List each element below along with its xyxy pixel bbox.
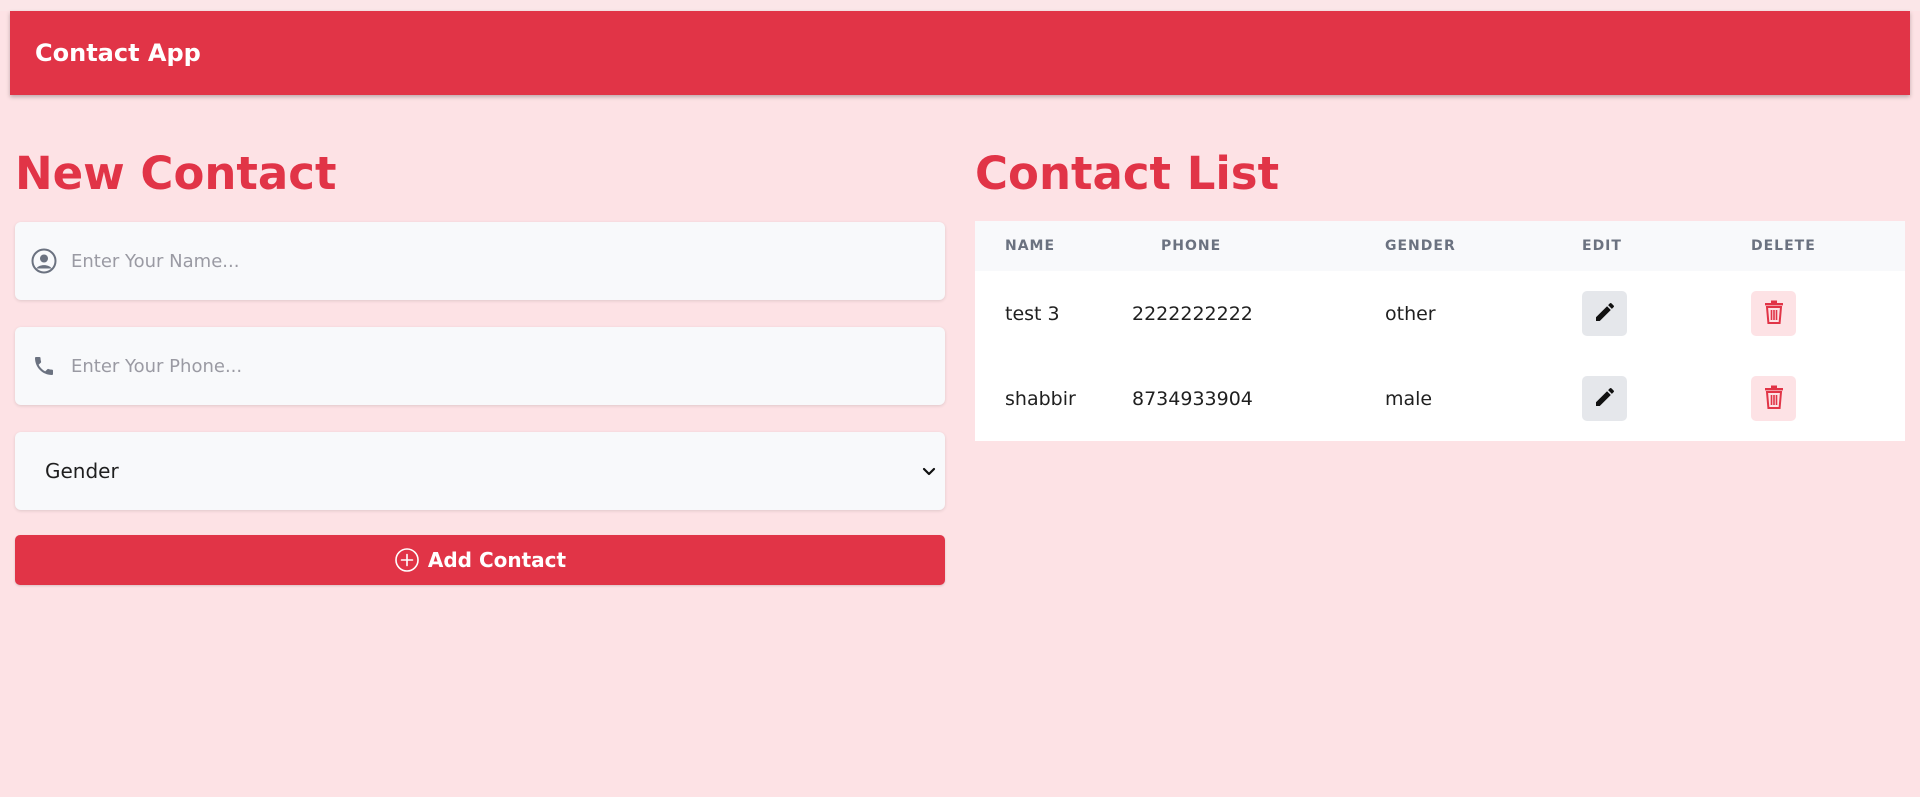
- pencil-icon: [1593, 300, 1617, 328]
- column-header-name: NAME: [1005, 238, 1056, 254]
- table-row: shabbir 8734933904 male: [975, 356, 1905, 441]
- gender-selected-value: Gender: [45, 459, 119, 483]
- phone-input[interactable]: [69, 345, 933, 387]
- contact-table: NAME PHONE GENDER EDIT DELETE test 3 222…: [975, 221, 1905, 441]
- chevron-down-icon: [921, 463, 937, 479]
- app-title[interactable]: Contact App: [35, 39, 201, 67]
- contact-phone: 8734933904: [1132, 388, 1253, 410]
- name-input[interactable]: [69, 240, 933, 282]
- contact-name: shabbir: [1005, 388, 1076, 410]
- user-circle-icon: [31, 248, 57, 274]
- edit-button[interactable]: [1582, 376, 1627, 421]
- edit-button[interactable]: [1582, 291, 1627, 336]
- contact-name: test 3: [1005, 303, 1060, 325]
- contact-phone: 2222222222: [1132, 303, 1253, 325]
- new-contact-heading: New Contact: [15, 147, 337, 200]
- phone-icon: [31, 353, 57, 379]
- contact-list-heading: Contact List: [975, 147, 1280, 200]
- trash-icon: [1762, 299, 1786, 329]
- table-row: test 3 2222222222 other: [975, 271, 1905, 356]
- trash-icon: [1762, 384, 1786, 414]
- delete-button[interactable]: [1751, 291, 1796, 336]
- column-header-edit: EDIT: [1582, 238, 1622, 254]
- top-strip: [0, 0, 1920, 11]
- plus-circle-icon: [394, 547, 420, 573]
- table-header: NAME PHONE GENDER EDIT DELETE: [975, 221, 1905, 271]
- phone-field[interactable]: [15, 327, 945, 405]
- pencil-icon: [1593, 385, 1617, 413]
- column-header-delete: DELETE: [1751, 238, 1816, 254]
- name-field[interactable]: [15, 222, 945, 300]
- navbar: Contact App: [10, 11, 1910, 95]
- add-contact-button[interactable]: Add Contact: [15, 535, 945, 585]
- column-header-phone: PHONE: [1161, 238, 1222, 254]
- add-contact-label: Add Contact: [427, 548, 567, 572]
- contact-gender: male: [1385, 388, 1433, 410]
- delete-button[interactable]: [1751, 376, 1796, 421]
- gender-select[interactable]: Gender: [15, 432, 945, 510]
- contact-gender: other: [1385, 303, 1436, 325]
- column-header-gender: GENDER: [1385, 238, 1456, 254]
